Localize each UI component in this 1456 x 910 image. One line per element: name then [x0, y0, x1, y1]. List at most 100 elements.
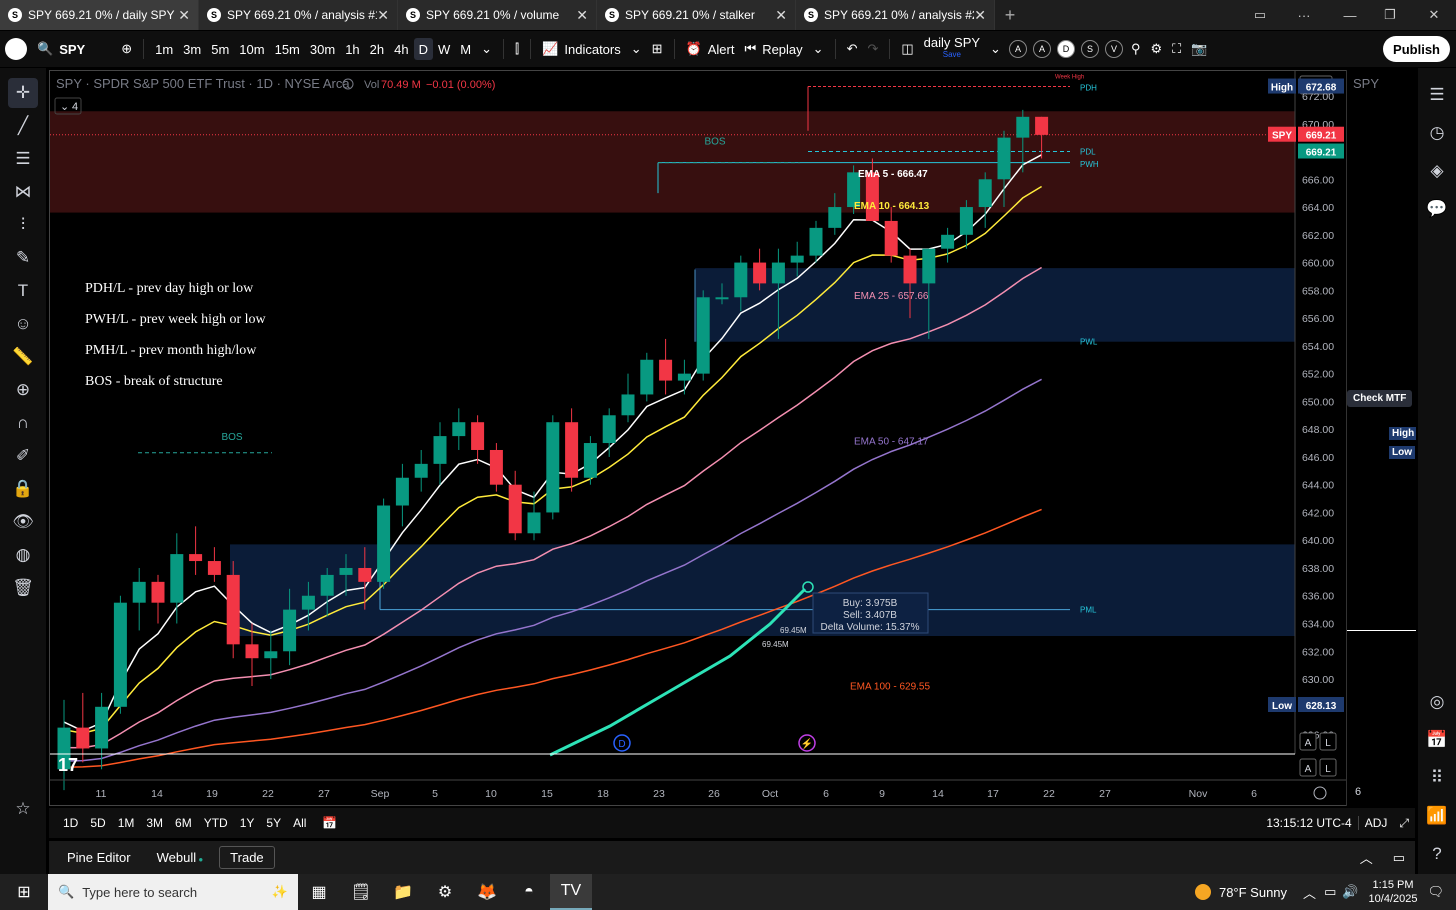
- close-tab-icon[interactable]: ✕: [377, 7, 389, 24]
- interval-30m[interactable]: 30m: [305, 31, 340, 67]
- candle-body[interactable]: [771, 262, 785, 284]
- close-tab-icon[interactable]: ✕: [178, 7, 190, 24]
- expand-icon[interactable]: ⤢: [1393, 816, 1415, 831]
- interval-10m[interactable]: 10m: [234, 31, 269, 67]
- notifications-icon[interactable]: 🗨: [1427, 884, 1444, 900]
- calendar-icon[interactable]: 📅: [1423, 726, 1451, 754]
- interval-W[interactable]: W: [433, 31, 455, 67]
- publish-button[interactable]: Publish: [1383, 36, 1450, 62]
- candle-body[interactable]: [395, 477, 409, 506]
- maximize-button[interactable]: ❐: [1370, 0, 1410, 30]
- eye-icon[interactable]: 👁: [8, 507, 38, 537]
- adj-toggle[interactable]: ADJ: [1357, 816, 1394, 830]
- trendline-icon[interactable]: ╱: [8, 111, 38, 141]
- tradingview-app-icon[interactable]: TV: [550, 874, 592, 910]
- candle-body[interactable]: [565, 422, 579, 478]
- layout-dropdown-icon[interactable]: ⌄: [985, 31, 1006, 67]
- tab-grid-icon[interactable]: ▭: [1240, 0, 1280, 30]
- brush-icon[interactable]: ✎: [8, 243, 38, 273]
- compare-button[interactable]: ⊕: [116, 31, 137, 67]
- candle-body[interactable]: [715, 297, 729, 300]
- range-5y[interactable]: 5Y: [260, 816, 287, 830]
- symbol-search[interactable]: 🔍 SPY: [32, 31, 90, 67]
- candle-body[interactable]: [301, 595, 315, 610]
- network-icon[interactable]: ▭: [1324, 884, 1336, 900]
- close-tab-icon[interactable]: ✕: [576, 7, 588, 24]
- quick-search-icon[interactable]: ⚲: [1126, 31, 1146, 67]
- close-tab-icon[interactable]: ✕: [775, 7, 787, 24]
- range-1d[interactable]: 1D: [57, 816, 84, 830]
- candle-type-button[interactable]: ⫿: [510, 31, 524, 67]
- range-all[interactable]: All: [287, 816, 312, 830]
- replay-dropdown-icon[interactable]: ⌄: [808, 31, 829, 67]
- fullscreen-icon[interactable]: ⛶: [1167, 31, 1186, 67]
- candle-body[interactable]: [283, 609, 297, 652]
- close-window-button[interactable]: ✕: [1414, 0, 1454, 30]
- price-chart[interactable]: PDH PDL PWH PWL PML Week High BOS BOS EMA 5 - 66…: [50, 71, 1416, 807]
- layouts-grid-icon[interactable]: ⊞: [647, 31, 668, 67]
- firefox-icon[interactable]: 🦊: [466, 874, 508, 910]
- file-explorer-icon[interactable]: 📁: [382, 874, 424, 910]
- candle-body[interactable]: [113, 602, 127, 707]
- replay-button[interactable]: ⏮ Replay: [739, 31, 807, 67]
- chart-avatar-v[interactable]: V: [1104, 40, 1123, 58]
- snapshot-icon[interactable]: 📷: [1186, 31, 1212, 67]
- candle-body[interactable]: [226, 574, 240, 645]
- undo-button[interactable]: ↶: [842, 31, 863, 67]
- chart-avatar-d[interactable]: D: [1056, 40, 1075, 58]
- alert-button[interactable]: ⏰ Alert: [681, 31, 740, 67]
- panel-tab-pine-editor[interactable]: Pine Editor: [57, 847, 141, 868]
- ruler-icon[interactable]: 📏: [8, 342, 38, 372]
- tray-chevron-icon[interactable]: ︿: [1303, 883, 1316, 902]
- range-5d[interactable]: 5D: [84, 816, 111, 830]
- candle-body[interactable]: [414, 463, 428, 478]
- candle-body[interactable]: [433, 436, 447, 464]
- candle-body[interactable]: [508, 484, 522, 534]
- interval-5m[interactable]: 5m: [206, 31, 234, 67]
- windows-start-icon[interactable]: ⊞: [0, 874, 48, 910]
- chart-avatar-a[interactable]: A: [1032, 40, 1051, 58]
- candle-body[interactable]: [941, 234, 955, 249]
- app-icon[interactable]: ◓: [508, 874, 550, 910]
- candle-body[interactable]: [659, 359, 673, 381]
- candle-body[interactable]: [207, 561, 221, 575]
- candle-body[interactable]: [170, 554, 184, 603]
- range-ytd[interactable]: YTD: [198, 816, 234, 830]
- candle-body[interactable]: [583, 443, 597, 478]
- text-icon[interactable]: T: [8, 276, 38, 306]
- candle-body[interactable]: [734, 262, 748, 298]
- candle-body[interactable]: [546, 422, 560, 513]
- collapse-panel-icon[interactable]: ︿: [1350, 848, 1383, 867]
- candle-body[interactable]: [922, 248, 936, 284]
- candle-body[interactable]: [452, 422, 466, 437]
- signal-icon[interactable]: 📶: [1423, 802, 1451, 830]
- tv-logo-icon[interactable]: [0, 31, 32, 67]
- browser-tab-4[interactable]: S SPY 669.21 0% / stalker ✕: [597, 0, 796, 30]
- settings-icon[interactable]: ⚙: [1145, 31, 1167, 67]
- crosshair-icon[interactable]: ✛: [8, 77, 38, 108]
- candle-body[interactable]: [753, 262, 767, 284]
- candle-body[interactable]: [339, 567, 353, 575]
- browser-tab-5[interactable]: S SPY 669.21 0% / analysis #2 ✕: [796, 0, 995, 30]
- interval-M[interactable]: M: [455, 31, 476, 67]
- browser-tab-2[interactable]: S SPY 669.21 0% / analysis #1 ✕: [199, 0, 398, 30]
- interval-3m[interactable]: 3m: [178, 31, 206, 67]
- range-3m[interactable]: 3M: [140, 816, 169, 830]
- volume-icon[interactable]: 🔊: [1342, 884, 1358, 900]
- globe-icon[interactable]: ◍: [8, 540, 38, 570]
- sticky-notes-icon[interactable]: 🗒: [340, 874, 382, 910]
- time-axis-settings-icon[interactable]: [1313, 786, 1327, 800]
- trash-icon[interactable]: 🗑: [8, 573, 38, 603]
- candle-body[interactable]: [677, 373, 691, 381]
- interval-2h[interactable]: 2h: [365, 31, 389, 67]
- more-icon[interactable]: ···: [1284, 0, 1324, 30]
- candle-body[interactable]: [640, 359, 654, 395]
- zoom-icon[interactable]: ⊕: [8, 375, 38, 405]
- forecast-icon[interactable]: ⫶: [8, 210, 38, 240]
- candle-body[interactable]: [471, 422, 485, 450]
- date-range-icon[interactable]: 📅: [316, 816, 343, 830]
- layers-icon[interactable]: ◈: [1423, 157, 1451, 185]
- candle-body[interactable]: [377, 505, 391, 582]
- panel-tab-webull[interactable]: Webull ●: [147, 847, 214, 868]
- new-tab-button[interactable]: +: [995, 5, 1025, 26]
